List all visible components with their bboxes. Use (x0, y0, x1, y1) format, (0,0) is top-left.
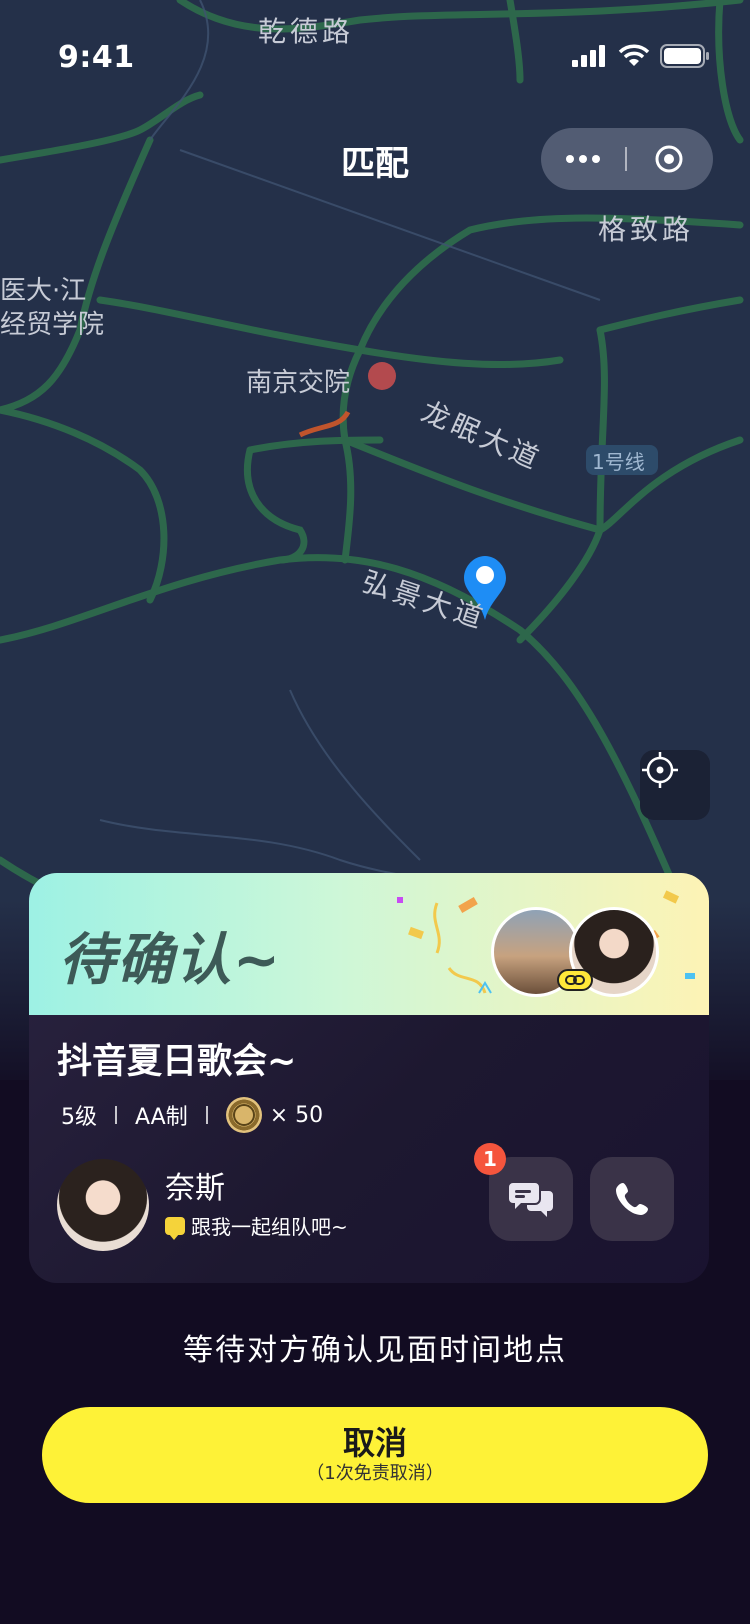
level-label: 5级 (61, 1105, 97, 1130)
more-dot (579, 155, 587, 163)
school-pin-icon (368, 362, 396, 390)
more-button[interactable] (541, 155, 625, 163)
user-message: 跟我一起组队吧~ (165, 1211, 348, 1240)
match-card: 待确认~ 抖音夏日歌会~ 5级 AA制 × 50 奈斯 跟我一起组队吧~ 1 (29, 873, 709, 1283)
map-label-yida: 医大·江 (0, 276, 87, 306)
screen: 乾德路 格致路 医大·江 经贸学院 南京交院 龙眠大道 1号线 弘景大道 9:4… (0, 0, 750, 1624)
more-dots-icon (566, 155, 574, 163)
status-icons (572, 44, 710, 68)
map-label-gezhi: 格致路 (598, 213, 695, 246)
status-time: 9:41 (58, 40, 135, 75)
waiting-status-text: 等待对方确认见面时间地点 (183, 1333, 567, 1368)
user-avatar[interactable] (57, 1159, 149, 1251)
matched-avatars (491, 907, 663, 999)
battery-icon (660, 44, 709, 68)
link-icon (557, 969, 593, 991)
map-label-nanjing-jiaoyuan: 南京交院 (246, 368, 351, 398)
crosshair-icon (642, 752, 678, 788)
cancel-button[interactable]: 取消 （1次免责取消） (42, 1407, 708, 1503)
user-name: 奈斯 (165, 1171, 225, 1206)
close-target-icon (655, 145, 683, 173)
unread-badge: 1 (474, 1143, 506, 1175)
event-title: 抖音夏日歌会~ (57, 1042, 297, 1082)
more-dot (592, 155, 600, 163)
user-message-text: 跟我一起组队吧~ (191, 1215, 348, 1239)
card-header: 待确认~ (29, 873, 709, 1015)
coin-amount: × 50 (269, 1102, 324, 1128)
cancel-sublabel: （1次免责取消） (306, 1463, 444, 1484)
phone-icon (616, 1183, 648, 1215)
chat-icon (509, 1183, 553, 1217)
map-label-line1: 1号线 (592, 450, 645, 474)
divider (115, 1106, 117, 1124)
speech-bubble-icon (165, 1216, 185, 1240)
status-title: 待确认~ (59, 928, 282, 993)
close-button[interactable] (627, 143, 711, 175)
call-button[interactable] (590, 1157, 674, 1241)
divider (205, 1106, 208, 1124)
status-bar: 9:41 (0, 0, 750, 100)
signal-icon (572, 45, 605, 67)
wifi-icon (618, 44, 650, 66)
coin-icon (225, 1097, 262, 1133)
mini-program-capsule (541, 128, 713, 190)
cancel-label: 取消 (342, 1424, 407, 1462)
locate-button[interactable] (640, 750, 710, 820)
map-label-jingmao: 经贸学院 (0, 310, 105, 340)
payment-label: AA制 (135, 1105, 188, 1130)
event-meta: 5级 AA制 × 50 (61, 1095, 323, 1135)
